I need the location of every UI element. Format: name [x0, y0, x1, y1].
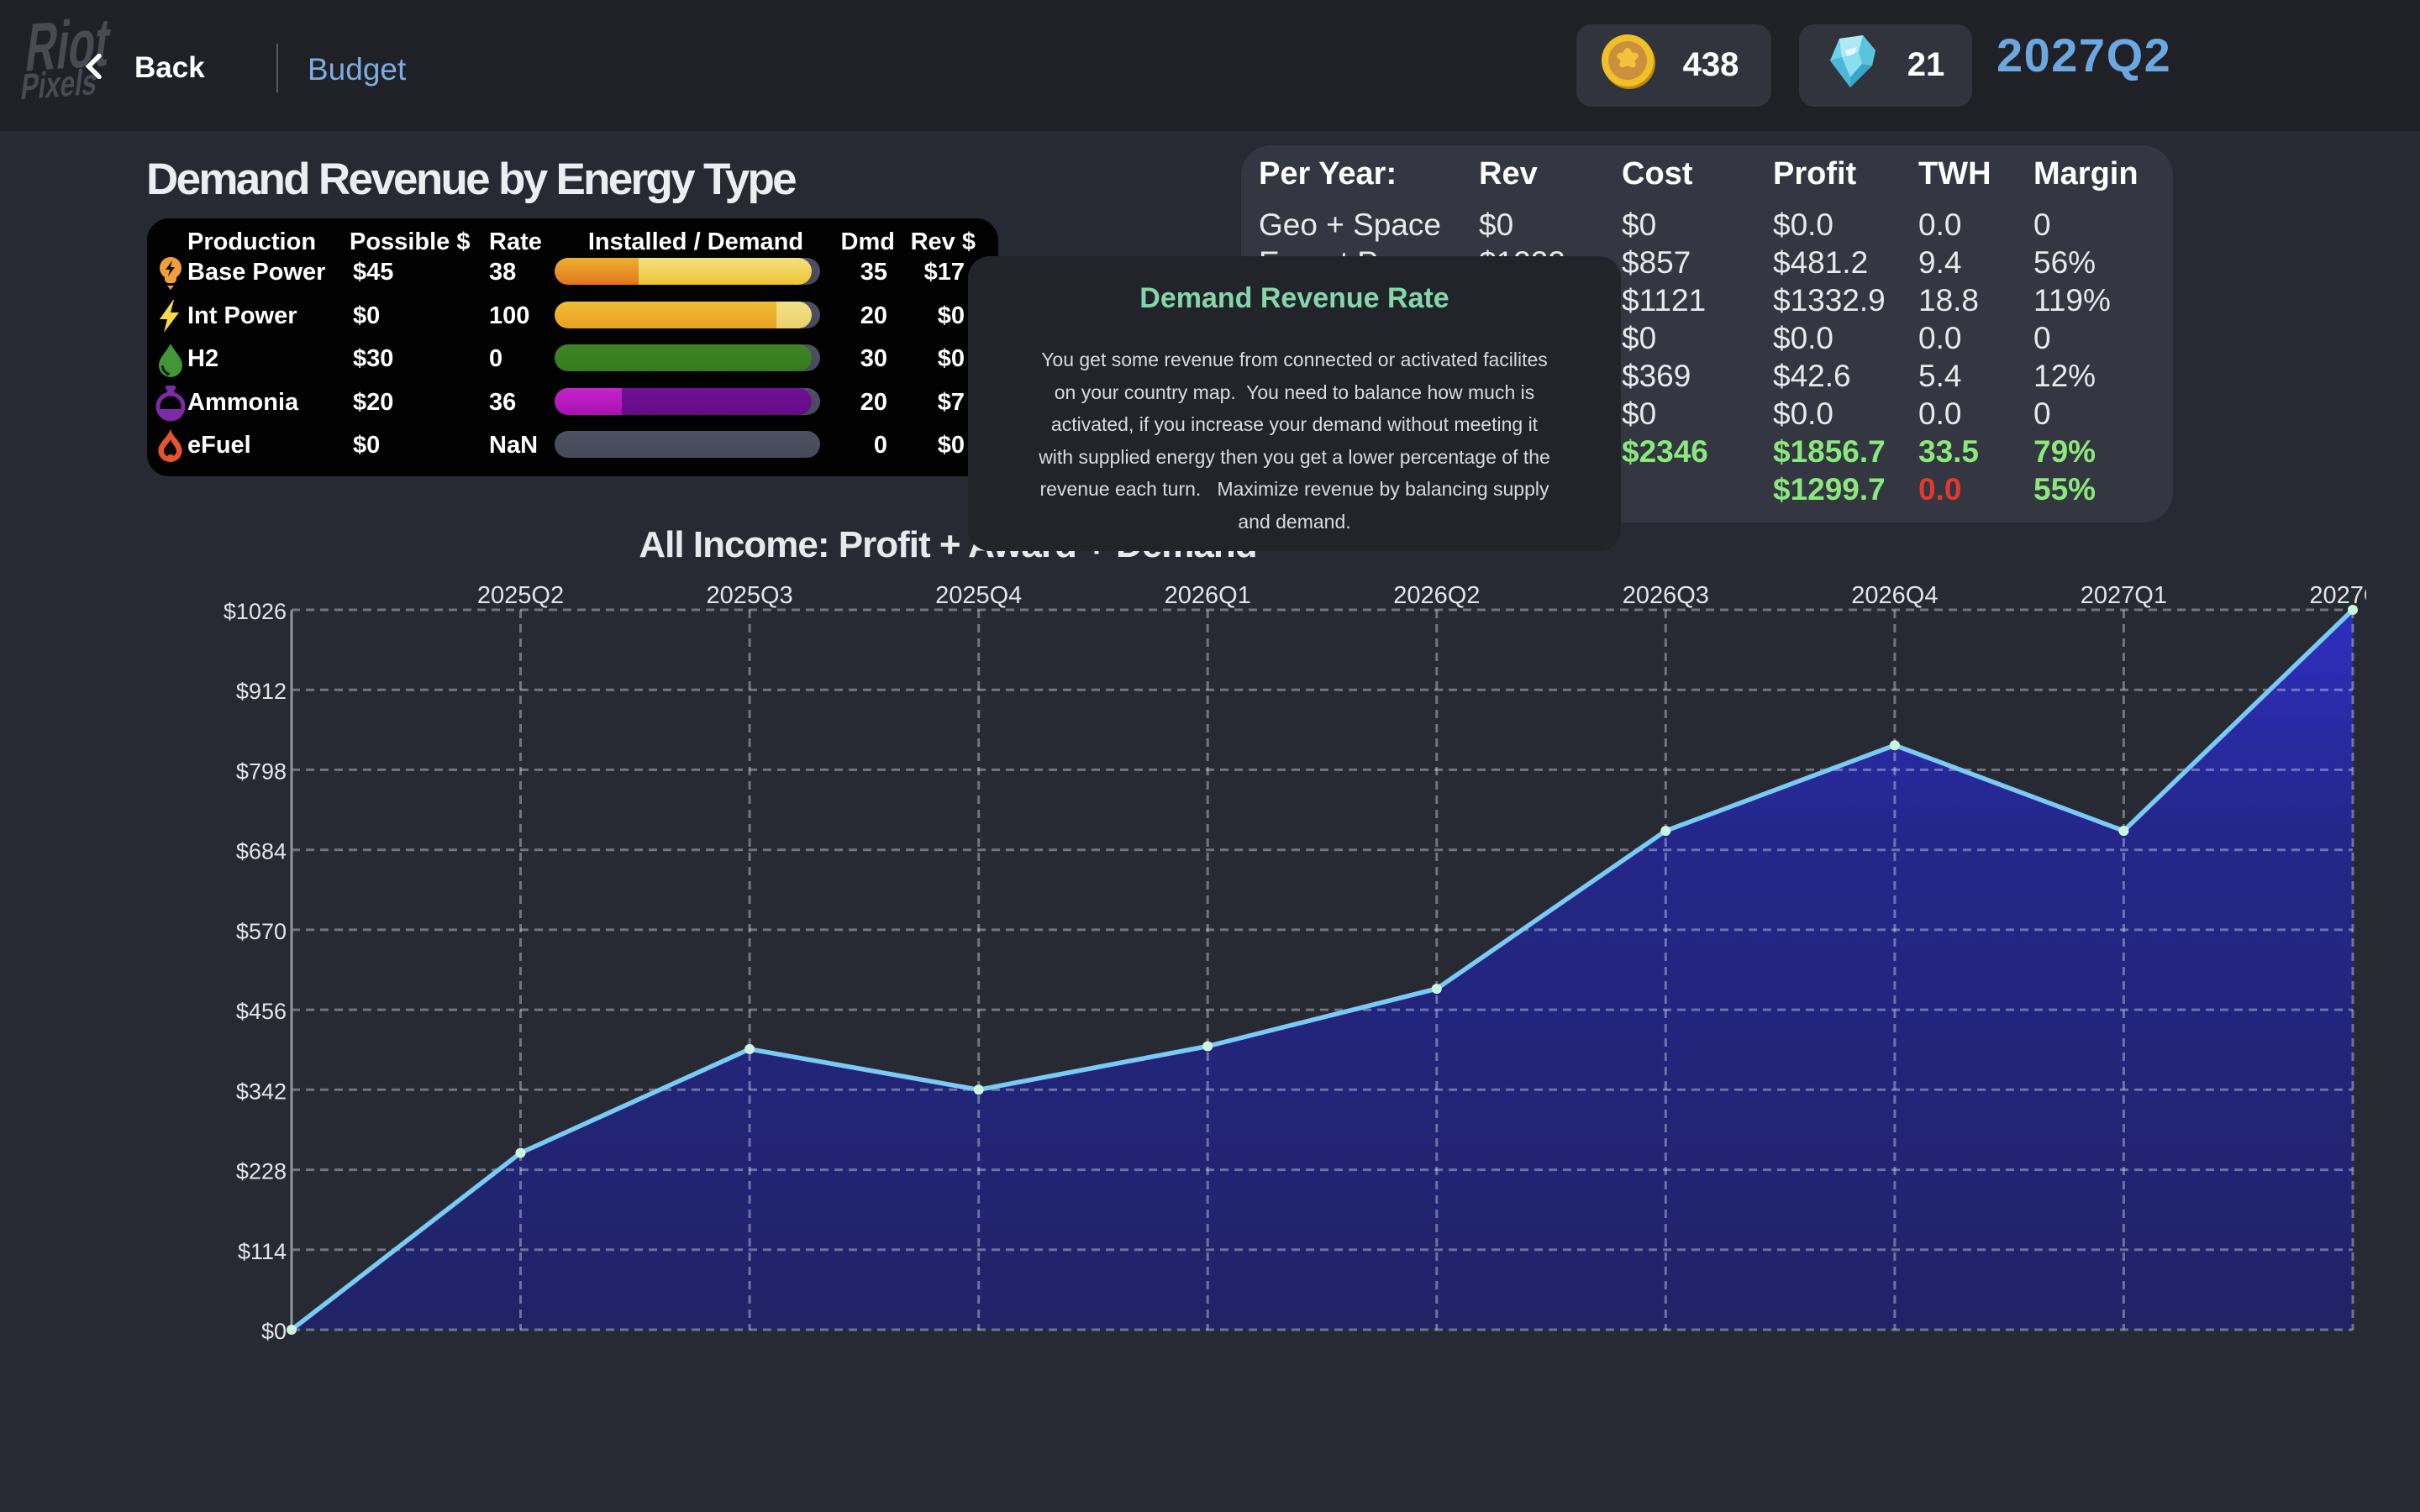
svg-text:$0: $0: [261, 1319, 287, 1344]
svg-text:2026Q1: 2026Q1: [1165, 582, 1251, 609]
svg-text:2026Q2: 2026Q2: [1393, 582, 1480, 609]
svg-text:$1026: $1026: [224, 599, 287, 624]
svg-text:$228: $228: [236, 1159, 287, 1184]
svg-text:2026Q3: 2026Q3: [1623, 582, 1709, 609]
svg-text:2027Q2: 2027Q2: [2309, 582, 2366, 609]
svg-text:$798: $798: [236, 759, 287, 784]
svg-text:2025Q4: 2025Q4: [935, 582, 1022, 609]
svg-text:$570: $570: [236, 919, 287, 944]
svg-text:2027Q1: 2027Q1: [2081, 582, 2167, 609]
svg-text:$114: $114: [238, 1239, 287, 1264]
svg-text:$912: $912: [236, 679, 287, 704]
svg-text:2026Q4: 2026Q4: [1851, 582, 1938, 609]
svg-text:$342: $342: [236, 1079, 287, 1104]
svg-text:2025Q2: 2025Q2: [477, 582, 564, 609]
svg-text:2025Q3: 2025Q3: [706, 582, 792, 609]
svg-text:$684: $684: [236, 839, 287, 864]
svg-text:$456: $456: [236, 999, 287, 1024]
